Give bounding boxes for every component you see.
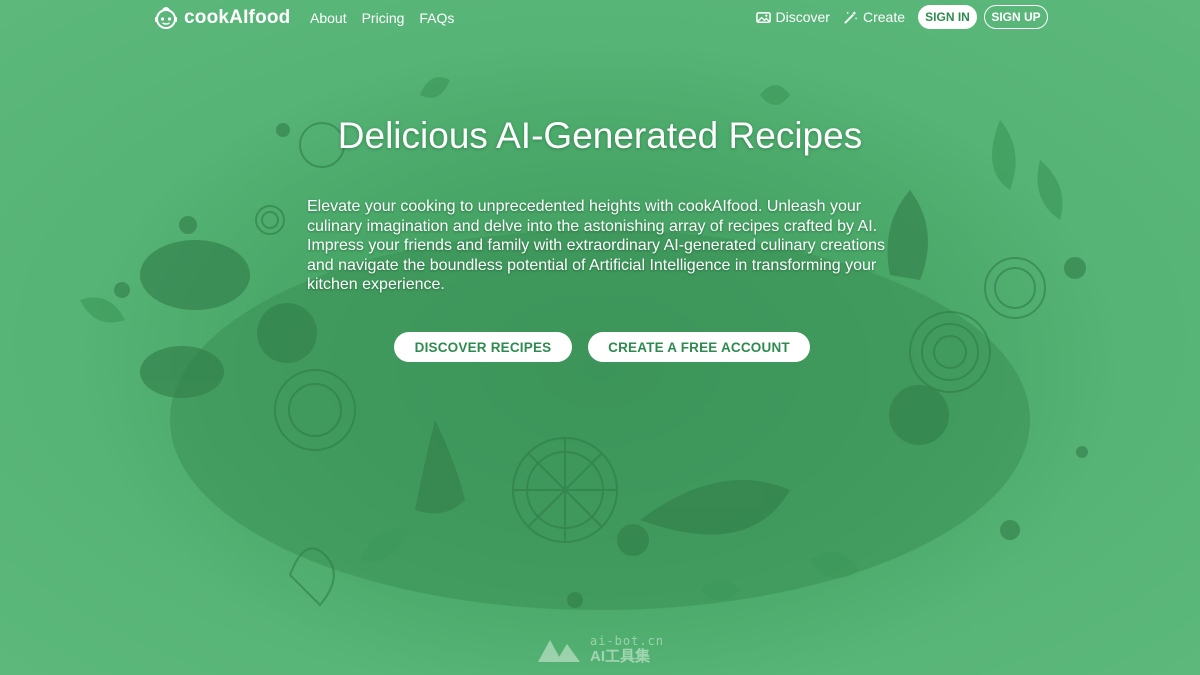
nav-discover-link[interactable]: Discover	[755, 9, 830, 25]
watermark-domain: ai-bot.cn	[590, 634, 665, 648]
brand-name: cookAIfood	[184, 7, 291, 28]
chef-robot-icon	[155, 7, 177, 29]
image-icon	[755, 11, 771, 23]
nav-discover-label: Discover	[775, 9, 830, 25]
nav-pricing-link[interactable]: Pricing	[362, 10, 405, 26]
top-navbar: cookAIfood About Pricing FAQs Discover C…	[0, 0, 1200, 36]
create-account-button[interactable]: CREATE A FREE ACCOUNT	[588, 332, 810, 362]
watermark: ai-bot.cn AI工具集	[536, 634, 664, 664]
sign-in-button[interactable]: SIGN IN	[918, 5, 977, 29]
watermark-brand: AI工具集	[590, 648, 651, 665]
brand-logo[interactable]: cookAIfood	[154, 6, 291, 30]
watermark-logo-icon	[538, 640, 580, 662]
sign-up-button[interactable]: SIGN UP	[984, 5, 1048, 29]
nav-about-link[interactable]: About	[310, 10, 347, 26]
hero-description: Elevate your cooking to unprecedented he…	[307, 198, 886, 293]
nav-faqs-link[interactable]: FAQs	[419, 10, 454, 26]
nav-actions: Discover Create SIGN IN SIGN UP	[755, 5, 1048, 29]
nav-create-link[interactable]: Create	[843, 9, 905, 25]
hero-title: Delicious AI-Generated Recipes	[337, 115, 863, 156]
magic-wand-icon	[844, 10, 857, 24]
primary-nav: About Pricing FAQs	[310, 10, 454, 26]
discover-recipes-button[interactable]: DISCOVER RECIPES	[394, 332, 572, 362]
nav-create-label: Create	[862, 9, 905, 25]
